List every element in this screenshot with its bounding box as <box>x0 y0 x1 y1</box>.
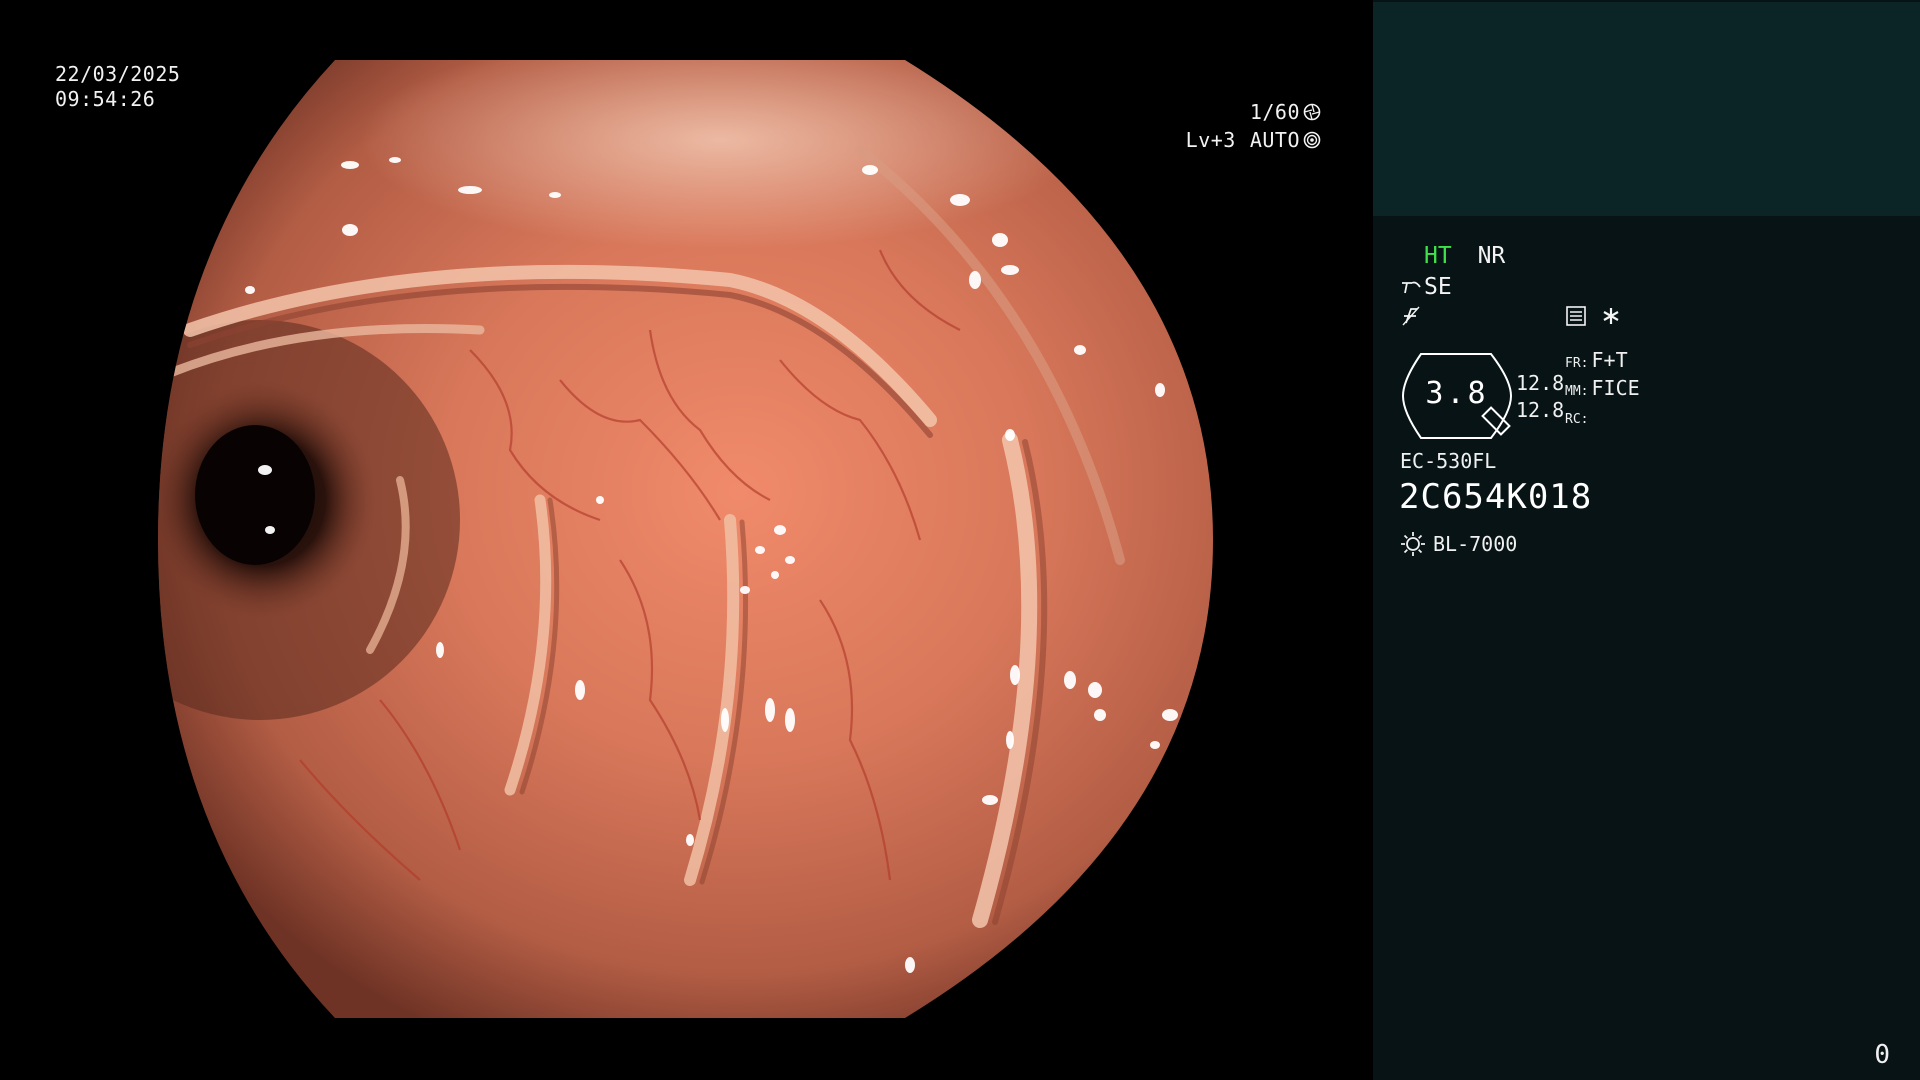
zoom-indicator: 3.8 <box>1399 350 1515 442</box>
capture-icons <box>1565 305 1621 327</box>
fr-label: FR: <box>1565 356 1589 371</box>
asterisk-icon <box>1603 308 1619 324</box>
shutter-speed-text: 1/60 <box>1249 99 1300 124</box>
endoscope-image-view: 22/03/2025 09:54:26 1/60 Lv+3 AUTO <box>0 0 1373 1080</box>
shutter-row: 1/60 <box>1186 98 1321 126</box>
rc-label: RC: <box>1565 412 1589 427</box>
ht-indicator: HT <box>1424 243 1452 269</box>
record-menu-icon <box>1566 306 1586 326</box>
mode-settings: FR: F+T MM: FICE RC: <box>1565 348 1640 432</box>
info-side-panel: HT NR SE 3.8 12.8 12.8 FR: F+T MM: FICE … <box>1373 0 1920 1080</box>
endoscopy-monitor: 22/03/2025 09:54:26 1/60 Lv+3 AUTO HT NR… <box>0 0 1920 1080</box>
light-source: BL-7000 <box>1399 530 1517 558</box>
date-text: 22/03/2025 <box>55 62 181 86</box>
zoom-number-2: 12.8 <box>1516 398 1565 422</box>
freeze-status <box>1400 305 1422 333</box>
mm-label: MM: <box>1565 384 1589 399</box>
mm-row: MM: FICE <box>1565 376 1640 404</box>
fr-value: F+T <box>1591 348 1628 372</box>
zoom-number-1: 12.8 <box>1516 371 1565 395</box>
iris-icon <box>1303 131 1321 149</box>
structure-enhancement: SE <box>1400 274 1452 300</box>
fr-row: FR: F+T <box>1565 348 1640 376</box>
freeze-icon <box>1402 306 1420 326</box>
zoom-value: 3.8 <box>1425 376 1489 411</box>
datetime-readout: 22/03/2025 09:54:26 <box>55 62 180 112</box>
level-row: Lv+3 AUTO <box>1186 126 1321 154</box>
iris-mode-text: AUTO <box>1249 127 1300 152</box>
light-source-model: BL-7000 <box>1433 532 1518 556</box>
scope-serial: 2C654K018 <box>1399 477 1593 517</box>
rc-row: RC: <box>1565 404 1640 432</box>
aperture-icon <box>1303 103 1321 121</box>
time-text: 09:54:26 <box>55 87 156 111</box>
thumbnail-area <box>1373 2 1920 216</box>
zoom-numbers: 12.8 12.8 <box>1516 370 1564 424</box>
exposure-readout: 1/60 Lv+3 AUTO <box>1186 98 1321 154</box>
endoscope-image <box>158 60 1213 1018</box>
enhancement-status: HT NR <box>1424 243 1505 269</box>
structure-enhance-icon <box>1402 281 1421 294</box>
nr-indicator: NR <box>1477 243 1506 269</box>
brightness-level-text: Lv+3 <box>1185 127 1236 152</box>
image-counter: 0 <box>1874 1040 1890 1070</box>
scope-model: EC-530FL <box>1400 449 1497 473</box>
se-indicator: SE <box>1424 274 1452 300</box>
mm-value: FICE <box>1591 376 1640 400</box>
sun-icon <box>1401 532 1425 556</box>
